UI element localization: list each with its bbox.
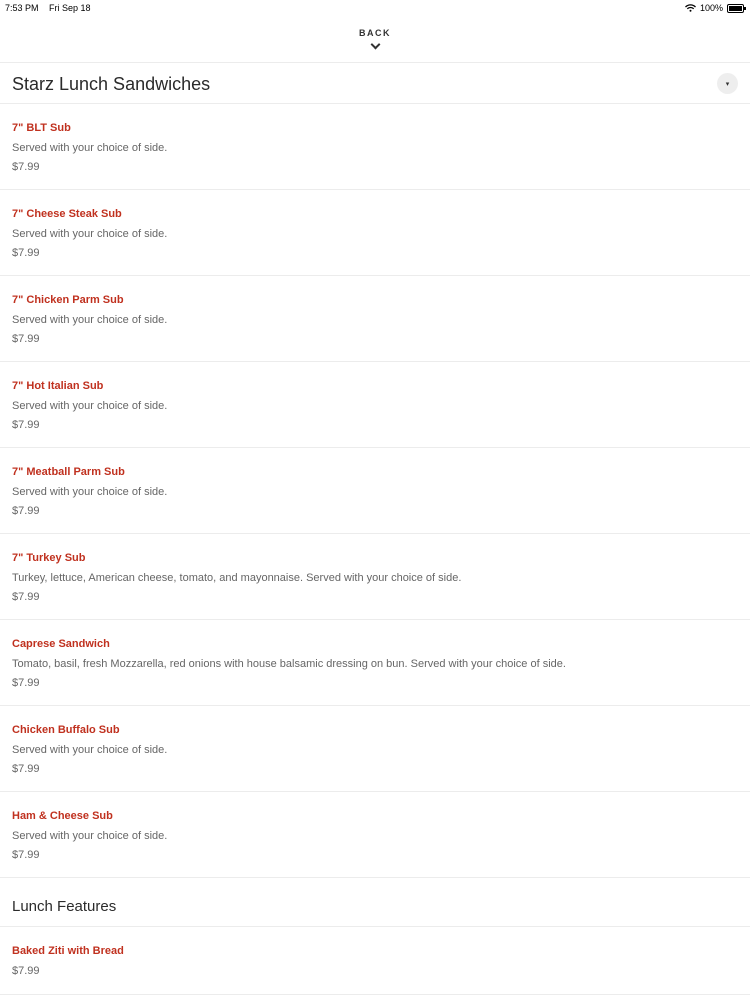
- status-bar: 7:53 PM Fri Sep 18 100%: [0, 0, 750, 16]
- feature-item-list: Baked Ziti with Bread $7.99: [0, 927, 750, 995]
- menu-item-name: 7" Cheese Steak Sub: [12, 208, 122, 220]
- menu-item-name: Ham & Cheese Sub: [12, 810, 113, 822]
- chevron-down-icon: [370, 39, 380, 50]
- section-header[interactable]: Starz Lunch Sandwiches ▾: [0, 63, 750, 104]
- menu-item[interactable]: 7" BLT Sub Served with your choice of sid…: [0, 104, 750, 190]
- menu-item-description: Served with your choice of side.: [12, 400, 168, 412]
- menu-item[interactable]: Caprese Sandwich Tomato, basil, fresh Moz…: [0, 620, 750, 706]
- menu-item-price: $7.99: [12, 763, 40, 775]
- menu-item-price: $7.99: [12, 591, 40, 603]
- menu-item-description: Served with your choice of side.: [12, 744, 168, 756]
- menu-item[interactable]: 7" Chicken Parm Sub Served with your choi…: [0, 276, 750, 362]
- wifi-icon: [685, 4, 696, 12]
- menu-item-name: 7" Meatball Parm Sub: [12, 466, 125, 478]
- menu-item-price: $7.99: [12, 247, 40, 259]
- menu-item-name: 7" Chicken Parm Sub: [12, 294, 124, 306]
- status-time: 7:53 PM: [5, 3, 39, 13]
- menu-item-description: Turkey, lettuce, American cheese, tomato…: [12, 572, 462, 584]
- menu-item-description: Tomato, basil, fresh Mozzarella, red oni…: [12, 658, 566, 670]
- menu-item-price: $7.99: [12, 505, 40, 517]
- collapse-toggle-icon[interactable]: ▾: [717, 73, 738, 94]
- menu-item-description: Served with your choice of side.: [12, 142, 168, 154]
- menu-item[interactable]: 7" Turkey Sub Turkey, lettuce, American c…: [0, 534, 750, 620]
- menu-item-name: 7" Turkey Sub: [12, 552, 86, 564]
- menu-item[interactable]: Ham & Cheese Sub Served with your choice …: [0, 792, 750, 878]
- menu-item-description: Served with your choice of side.: [12, 314, 168, 326]
- menu-item-name: 7" Hot Italian Sub: [12, 380, 104, 392]
- menu-item-price: $7.99: [12, 965, 40, 977]
- menu-item-description: Served with your choice of side.: [12, 228, 168, 240]
- status-left: 7:53 PM Fri Sep 18: [5, 3, 99, 13]
- menu-item-description: Served with your choice of side.: [12, 830, 168, 842]
- menu-item[interactable]: Chicken Buffalo Sub Served with your choi…: [0, 706, 750, 792]
- menu-item[interactable]: Baked Ziti with Bread $7.99: [0, 927, 750, 995]
- back-label: BACK: [359, 28, 391, 38]
- menu-item-list: 7" BLT Sub Served with your choice of sid…: [0, 104, 750, 878]
- status-right: 100%: [685, 3, 746, 13]
- battery-fill: [729, 5, 742, 11]
- menu-item[interactable]: 7" Cheese Steak Sub Served with your choi…: [0, 190, 750, 276]
- section-title-lunch-features: Lunch Features: [12, 898, 117, 915]
- section-title: Starz Lunch Sandwiches: [12, 74, 211, 94]
- menu-item[interactable]: 7" Meatball Parm Sub Served with your cho…: [0, 448, 750, 534]
- menu-item-name: Caprese Sandwich: [12, 638, 110, 650]
- status-date: Fri Sep 18: [49, 3, 91, 13]
- battery-percent: 100%: [699, 3, 723, 13]
- menu-item-price: $7.99: [12, 849, 40, 861]
- menu-item-price: $7.99: [12, 419, 40, 431]
- menu-item[interactable]: 7" Hot Italian Sub Served with your choic…: [0, 362, 750, 448]
- menu-item-name: 7" BLT Sub: [12, 122, 71, 134]
- back-button[interactable]: BACK: [0, 16, 750, 63]
- menu-item-name: Chicken Buffalo Sub: [12, 724, 120, 736]
- menu-item-price: $7.99: [12, 333, 40, 345]
- menu-item-description: Served with your choice of side.: [12, 486, 168, 498]
- menu-item-price: $7.99: [12, 161, 40, 173]
- lunch-features-header[interactable]: Lunch Features: [0, 878, 750, 927]
- menu-item-name: Baked Ziti with Bread: [12, 945, 124, 957]
- menu-item-price: $7.99: [12, 677, 40, 689]
- battery-icon: [727, 3, 746, 13]
